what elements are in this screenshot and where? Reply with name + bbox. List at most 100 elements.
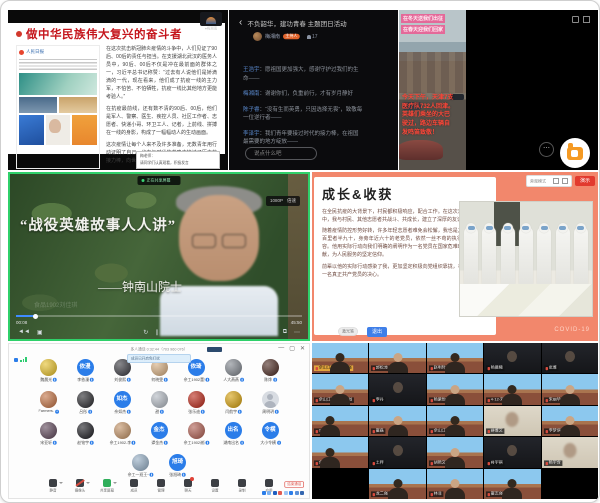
progress-bar[interactable]: [16, 315, 302, 317]
toolbar-label: 静音: [46, 488, 60, 493]
video-tile[interactable]: 霍磊: [369, 406, 425, 436]
video-tile[interactable]: 张雅: [542, 343, 598, 373]
participant[interactable]: 赵铭宇: [69, 422, 102, 447]
close-button[interactable]: ✕: [300, 345, 305, 352]
snapshot-icon[interactable]: ⧉: [283, 329, 287, 336]
comment-author[interactable]: 陈子睿: [243, 107, 260, 113]
comment-author[interactable]: 李泽宇: [243, 131, 260, 137]
video-tile[interactable]: 佘欢: [312, 437, 368, 467]
video-tile[interactable]: 林菲: [427, 469, 483, 499]
mic-icon: [205, 441, 209, 445]
speed-label[interactable]: 倍速: [287, 198, 296, 204]
participant[interactable]: 宋亚轩: [32, 422, 65, 447]
screen-icon[interactable]: ▣: [37, 329, 43, 336]
participant[interactable]: 依漫 李依漫: [69, 359, 102, 384]
view-mode-pill[interactable]: 旁观模式: [526, 175, 572, 187]
mic-icon: [163, 441, 167, 445]
participant[interactable]: 出名 湖南出名: [217, 422, 250, 447]
mic-icon: [274, 409, 278, 413]
participant[interactable]: 旭琦 张旭琦: [161, 454, 194, 479]
taskbar-icons[interactable]: [262, 491, 305, 495]
participant[interactable]: 张乐迪: [180, 391, 213, 416]
video-tile[interactable]: 李梦琪: [542, 406, 598, 436]
toolbar-button[interactable]: 聊天: [178, 479, 198, 495]
participant[interactable]: 甜: [143, 391, 176, 416]
pause-icon[interactable]: ∥: [155, 329, 158, 336]
toolbar-button[interactable]: 管理: [151, 479, 171, 495]
participant[interactable]: 佘工1902谢雨欣: [180, 422, 213, 447]
video-tile[interactable]: 杨紫怡: [427, 374, 483, 404]
minimize-button[interactable]: —: [278, 345, 284, 352]
participant[interactable]: 吕彤: [69, 391, 102, 416]
participant[interactable]: 陈烨: [254, 359, 287, 384]
titlebar-widget[interactable]: [207, 347, 222, 352]
toolbar-button[interactable]: 设置: [205, 479, 225, 495]
like-button[interactable]: [560, 138, 590, 168]
video-tile[interactable]: 杨晨曦: [484, 343, 540, 373]
video-tile[interactable]: 佘山江1904张晓强: [312, 343, 368, 373]
participant[interactable]: 金杰 谭金杰: [143, 422, 176, 447]
laser-pointer-button[interactable]: 激光笔: [338, 327, 358, 336]
video-tile[interactable]: 佘山江1904刘力: [427, 406, 483, 436]
participant-name: 林菲: [434, 491, 442, 497]
avatar: 旭琦: [169, 454, 186, 471]
participant[interactable]: 令横 大小令横: [254, 422, 287, 447]
street-video-frame[interactable]: 在冬天送我们出征在春天迎我们回家 今天下午，天津7支医疗队732人回津。英雄们乘…: [399, 10, 466, 170]
video-tile[interactable]: 蒋宇祺: [484, 437, 540, 467]
video-tile[interactable]: 霍志强: [484, 469, 540, 499]
print-icon[interactable]: [553, 178, 559, 184]
tile-name-label: 杨紫怡: [429, 397, 447, 403]
exit-button[interactable]: 退出: [367, 327, 387, 337]
participant[interactable]: 闫航宇: [217, 391, 250, 416]
video-tile[interactable]: 李丹: [369, 374, 425, 404]
video-tile[interactable]: 佘山江刘琳-信号弱: [312, 374, 368, 404]
toolbar-button[interactable]: 共享屏幕: [97, 479, 117, 495]
quality-label[interactable]: 1080P: [270, 198, 283, 204]
video-tile[interactable]: [542, 469, 598, 499]
end-call-button[interactable]: 结束通话: [284, 481, 304, 487]
rewind-icon[interactable]: ◄◄: [18, 329, 30, 336]
tile-name-label: 佘山江1904张晓强: [314, 366, 353, 372]
fullscreen-icon[interactable]: ⤢: [165, 329, 170, 336]
toolbar-button[interactable]: 录制: [232, 479, 252, 495]
video-tile[interactable]: 4·12-刘明成: [484, 374, 540, 404]
toolbar-button[interactable]: 成员: [124, 479, 144, 495]
video-tile[interactable]: 赵明轩: [427, 343, 483, 373]
fullscreen-icon[interactable]: [583, 16, 590, 23]
video-tile[interactable]: 龙二强: [369, 469, 425, 499]
participant[interactable]: Farmers.: [32, 391, 65, 416]
annotate-icon[interactable]: ✎: [271, 329, 276, 336]
more-button[interactable]: ⋯: [539, 142, 554, 157]
maximize-button[interactable]: ▢: [289, 345, 295, 352]
participant[interactable]: 佘工一班王一凡: [124, 454, 157, 479]
participant[interactable]: 魏晨光: [32, 359, 65, 384]
participant[interactable]: 如杰 佘如杰: [106, 391, 139, 416]
comment-input[interactable]: 说点什么吧: [245, 147, 317, 160]
participant[interactable]: 佘工1902-李晓曦: [106, 422, 139, 447]
video-tile[interactable]: 胡艳文: [427, 437, 483, 467]
participant[interactable]: 人大燕燕: [217, 359, 250, 384]
video-tile[interactable]: 04-王艺彤: [312, 406, 368, 436]
replay-icon[interactable]: ↻: [143, 329, 148, 336]
toolbar-button[interactable]: 摄像头: [70, 479, 90, 495]
participant[interactable]: 周明玥: [254, 391, 287, 416]
cast-icon[interactable]: [572, 16, 579, 23]
comment-author[interactable]: 王浩宇: [243, 67, 260, 73]
comment-author[interactable]: 梅湘南: [243, 91, 260, 97]
video-tile[interactable]: 郭松涛: [369, 343, 425, 373]
video-tile[interactable]: 朱丽华: [542, 374, 598, 404]
video-tile[interactable]: [312, 469, 368, 499]
more-icon[interactable]: ⋯: [294, 329, 300, 336]
back-icon[interactable]: ‹: [239, 19, 242, 27]
mic-icon: [316, 367, 318, 370]
presenter-webcam[interactable]: ●梅湘南: [199, 12, 223, 33]
panel-comment-page: ‹ 不负韶华，建功青春 主题团日活动 梅湘南 主持人 17 王浩宇：愿祖国更加强…: [229, 10, 398, 170]
quality-overlay[interactable]: 1080P 倍速: [266, 196, 300, 206]
toolbar-button[interactable]: 静音: [43, 479, 63, 495]
video-tile[interactable]: 薛雅文: [484, 406, 540, 436]
close-icon[interactable]: [562, 178, 568, 184]
video-tile[interactable]: 杨宇含: [542, 437, 598, 467]
present-button[interactable]: 演示: [575, 176, 595, 186]
avatar[interactable]: [253, 32, 262, 41]
video-tile[interactable]: 王梓: [369, 437, 425, 467]
